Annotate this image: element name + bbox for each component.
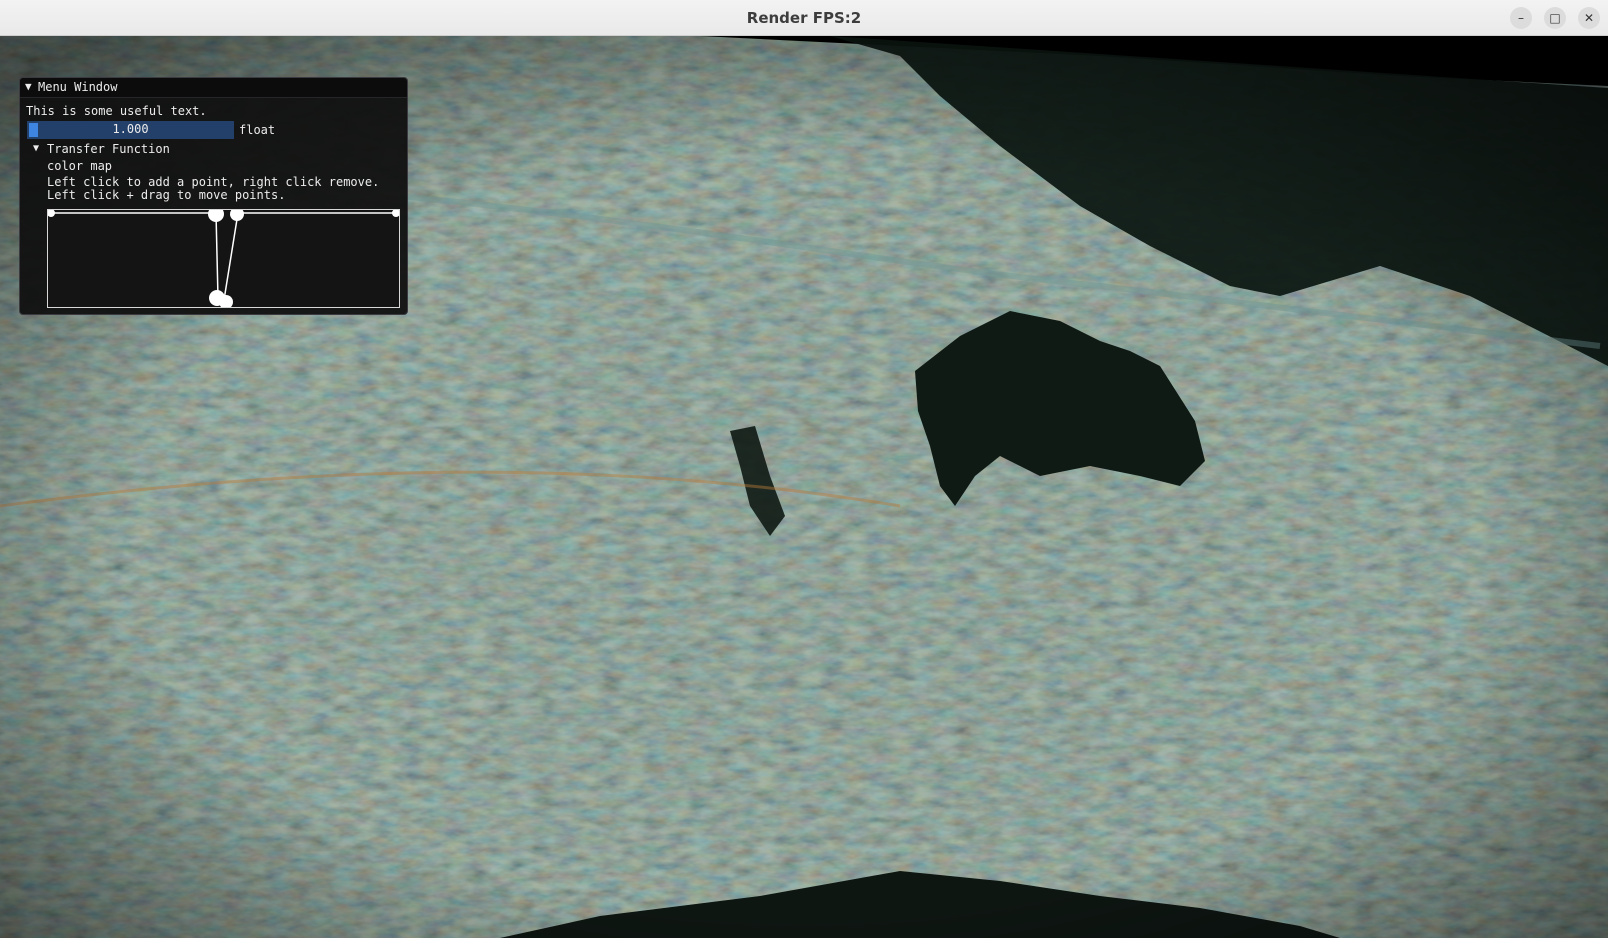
menu-window[interactable]: ▼ Menu Window This is some useful text. …: [19, 77, 408, 315]
minimize-icon[interactable]: –: [1510, 7, 1532, 29]
slider-label: float: [239, 123, 276, 137]
transfer-function-curve: [51, 212, 396, 301]
tf-point: [230, 210, 244, 221]
color-map-label: color map: [47, 159, 113, 173]
window-titlebar: Render FPS:2 – □ ✕: [0, 0, 1608, 36]
tf-point: [48, 210, 55, 217]
useful-text: This is some useful text.: [26, 104, 207, 118]
help-text-line1: Left click to add a point, right click r…: [47, 175, 380, 189]
maximize-icon[interactable]: □: [1544, 7, 1566, 29]
tf-point: [208, 210, 224, 222]
collapse-arrow-icon[interactable]: ▼: [25, 80, 32, 93]
transfer-function-header[interactable]: Transfer Function: [47, 142, 170, 156]
window-title: Render FPS:2: [746, 9, 862, 27]
float-slider[interactable]: 1.000: [27, 121, 234, 139]
close-icon[interactable]: ✕: [1578, 7, 1600, 29]
tf-point: [392, 210, 399, 217]
transfer-function-editor[interactable]: [47, 209, 400, 308]
menu-window-title: Menu Window: [38, 80, 118, 94]
menu-window-header[interactable]: ▼ Menu Window: [20, 78, 407, 98]
slider-value: 1.000: [112, 122, 149, 136]
help-text-line2: Left click + drag to move points.: [47, 188, 286, 202]
tree-arrow-icon[interactable]: ▼: [33, 143, 39, 154]
